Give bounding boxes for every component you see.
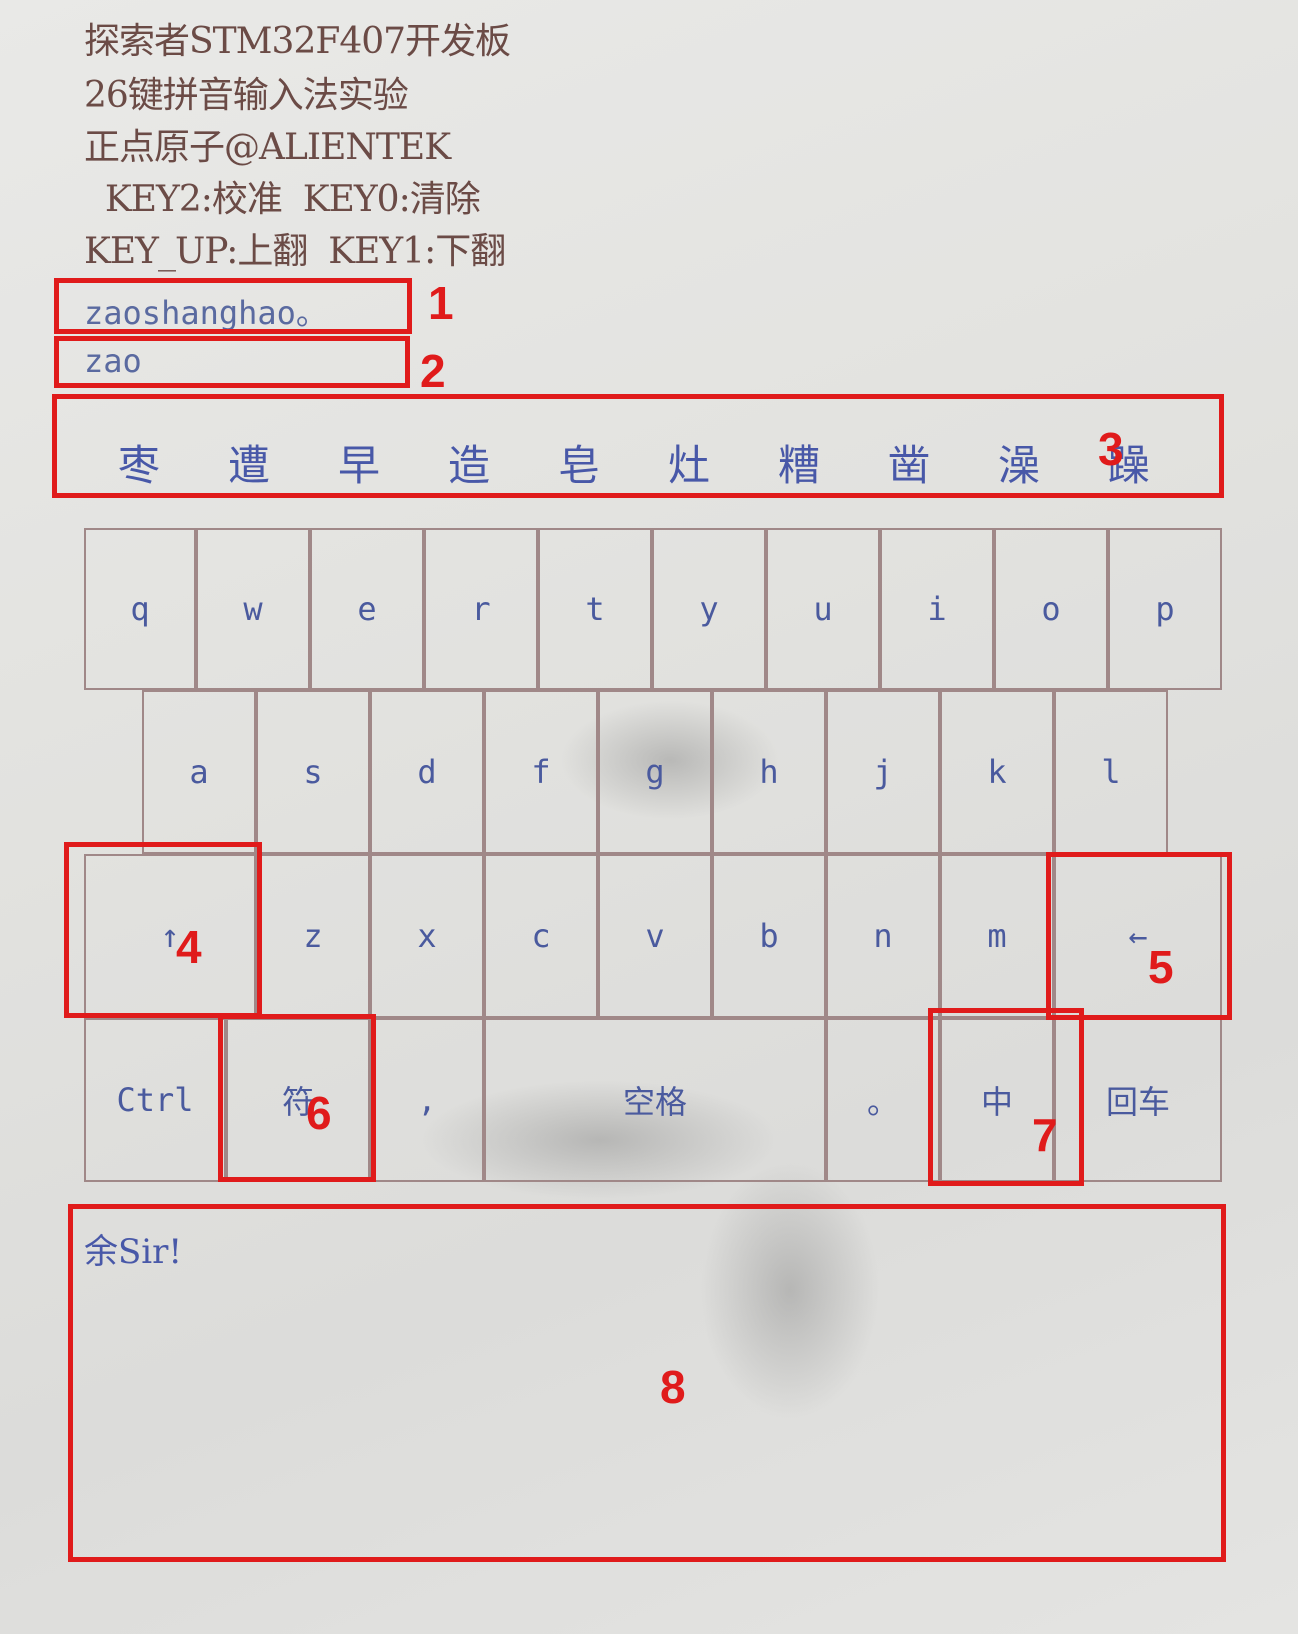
annotation-box-5 [1046, 852, 1232, 1020]
header-key-help-1: KEY2:校准 KEY0:清除 [84, 179, 481, 220]
key-k[interactable]: k [940, 690, 1054, 854]
key-i[interactable]: i [880, 528, 994, 690]
key-period[interactable]: 。 [826, 1018, 940, 1182]
annotation-label-5: 5 [1148, 941, 1174, 993]
key-p[interactable]: p [1108, 528, 1222, 690]
key-e[interactable]: e [310, 528, 424, 690]
key-l[interactable]: l [1054, 690, 1168, 854]
key-j[interactable]: j [826, 690, 940, 854]
annotation-label-6: 6 [306, 1087, 332, 1139]
key-v[interactable]: v [598, 854, 712, 1018]
key-ctrl[interactable]: Ctrl [84, 1018, 226, 1182]
annotation-label-2: 2 [420, 345, 446, 397]
annotation-label-7: 7 [1032, 1109, 1058, 1161]
key-h[interactable]: h [712, 690, 826, 854]
annotation-box-1 [54, 278, 412, 334]
annotation-box-8 [68, 1204, 1226, 1562]
key-b[interactable]: b [712, 854, 826, 1018]
annotation-box-3 [52, 394, 1224, 498]
key-s[interactable]: s [256, 690, 370, 854]
key-y[interactable]: y [652, 528, 766, 690]
annotation-box-7 [928, 1008, 1084, 1186]
annotation-box-6 [218, 1014, 376, 1182]
header-title: 探索者STM32F407开发板 [84, 21, 511, 62]
key-z[interactable]: z [256, 854, 370, 1018]
key-u[interactable]: u [766, 528, 880, 690]
key-w[interactable]: w [196, 528, 310, 690]
key-m[interactable]: m [940, 854, 1054, 1018]
key-r[interactable]: r [424, 528, 538, 690]
header-subtitle: 26键拼音输入法实验 [84, 75, 409, 116]
key-g[interactable]: g [598, 690, 712, 854]
annotation-label-1: 1 [428, 277, 454, 329]
header-brand: 正点原子@ALIENTEK [84, 127, 451, 168]
key-o[interactable]: o [994, 528, 1108, 690]
key-t[interactable]: t [538, 528, 652, 690]
annotation-box-2 [54, 336, 410, 388]
key-n[interactable]: n [826, 854, 940, 1018]
key-x[interactable]: x [370, 854, 484, 1018]
annotation-box-4 [64, 842, 262, 1018]
header-key-help-2: KEY_UP:上翻 KEY1:下翻 [84, 231, 506, 272]
key-a[interactable]: a [142, 690, 256, 854]
key-space[interactable]: 空格 [484, 1018, 826, 1182]
annotation-label-4: 4 [176, 921, 202, 973]
key-c[interactable]: c [484, 854, 598, 1018]
key-comma[interactable]: , [370, 1018, 484, 1182]
annotation-label-8: 8 [660, 1361, 686, 1413]
key-q[interactable]: q [84, 528, 196, 690]
key-f[interactable]: f [484, 690, 598, 854]
annotation-label-3: 3 [1098, 423, 1124, 475]
key-d[interactable]: d [370, 690, 484, 854]
